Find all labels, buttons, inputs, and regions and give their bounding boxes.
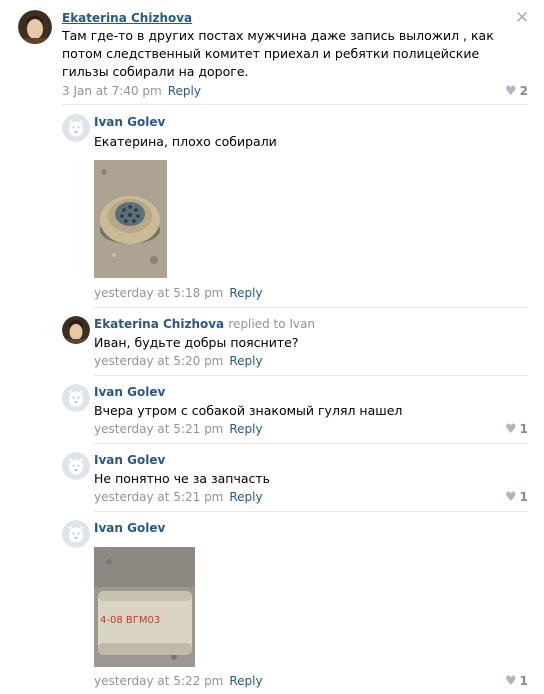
reply-link[interactable]: Reply (229, 286, 262, 300)
divider (94, 375, 528, 376)
divider (62, 104, 528, 105)
heart-icon: ♥ (505, 422, 517, 437)
divider (94, 443, 528, 444)
comment-author-link[interactable]: Ekaterina Chizhova (62, 11, 192, 25)
divider (94, 307, 528, 308)
photo-part-image (94, 160, 167, 278)
user-photo-icon (62, 316, 90, 344)
comment-meta: yesterday at 5:18 pm Reply (94, 286, 263, 300)
reply-link[interactable]: Reply (229, 490, 262, 504)
reply-link[interactable]: Reply (229, 354, 262, 368)
comment-timestamp[interactable]: yesterday at 5:20 pm (94, 354, 223, 368)
cartridge-marking: 4-08 ВГМ03 (100, 615, 160, 626)
replied-to-link[interactable]: replied to Ivan (228, 317, 315, 331)
like-count: 2 (520, 84, 528, 98)
avatar[interactable] (62, 384, 90, 412)
comment-text: Екатерина, плохо собирали (94, 133, 277, 151)
avatar[interactable] (62, 452, 90, 480)
comment-text: Иван, будьте добры поясните? (94, 334, 298, 352)
like-count: 1 (520, 490, 528, 504)
comment-author-link[interactable]: Ivan Golev (94, 521, 165, 535)
dog-avatar-icon (62, 520, 90, 548)
comment-text: Вчера утром с собакой знакомый гулял наш… (94, 402, 402, 420)
close-icon[interactable]: ✕ (515, 10, 529, 27)
heart-icon: ♥ (505, 674, 517, 689)
attached-photo[interactable]: 4-08 ВГМ03 (94, 547, 195, 667)
comment-meta: yesterday at 5:21 pm Reply (94, 490, 263, 504)
comment-timestamp[interactable]: yesterday at 5:18 pm (94, 286, 223, 300)
reply-link[interactable]: Reply (229, 674, 262, 688)
comment-timestamp[interactable]: 3 Jan at 7:40 pm (62, 84, 162, 98)
comment-meta: 3 Jan at 7:40 pm Reply (62, 84, 201, 98)
divider (94, 511, 528, 512)
avatar[interactable] (18, 10, 52, 44)
reply-link[interactable]: Reply (168, 84, 201, 98)
heart-icon: ♥ (505, 490, 517, 505)
comment-meta: yesterday at 5:22 pm Reply (94, 674, 263, 688)
comment-timestamp[interactable]: yesterday at 5:21 pm (94, 422, 223, 436)
avatar[interactable] (62, 114, 90, 142)
comment-timestamp[interactable]: yesterday at 5:21 pm (94, 490, 223, 504)
comment-author-link[interactable]: Ekaterina Chizhova (94, 317, 224, 331)
comment-text: Там где-то в других постах мужчина даже … (62, 27, 524, 81)
comment-meta: yesterday at 5:21 pm Reply (94, 422, 263, 436)
comment-author-link[interactable]: Ivan Golev (94, 385, 165, 399)
avatar[interactable] (62, 316, 90, 344)
attached-photo[interactable] (94, 160, 167, 278)
like-button[interactable]: ♥1 (496, 422, 528, 437)
comment-timestamp[interactable]: yesterday at 5:22 pm (94, 674, 223, 688)
heart-icon: ♥ (505, 84, 517, 99)
dog-avatar-icon (62, 452, 90, 480)
like-count: 1 (520, 674, 528, 688)
dog-avatar-icon (62, 114, 90, 142)
like-count: 1 (520, 422, 528, 436)
like-button[interactable]: ♥1 (496, 490, 528, 505)
user-photo-icon (18, 10, 52, 44)
like-button[interactable]: ♥1 (496, 674, 528, 689)
avatar[interactable] (62, 520, 90, 548)
reply-link[interactable]: Reply (229, 422, 262, 436)
comment-author-header: Ekaterina Chizhova replied to Ivan (94, 317, 315, 331)
comment-text: Не понятно че за запчасть (94, 470, 270, 488)
comment-author-link[interactable]: Ivan Golev (94, 453, 165, 467)
photo-cartridge-image: 4-08 ВГМ03 (94, 547, 195, 667)
like-button[interactable]: ♥2 (496, 84, 528, 99)
comment-meta: yesterday at 5:20 pm Reply (94, 354, 263, 368)
dog-avatar-icon (62, 384, 90, 412)
comment-author-link[interactable]: Ivan Golev (94, 115, 165, 129)
